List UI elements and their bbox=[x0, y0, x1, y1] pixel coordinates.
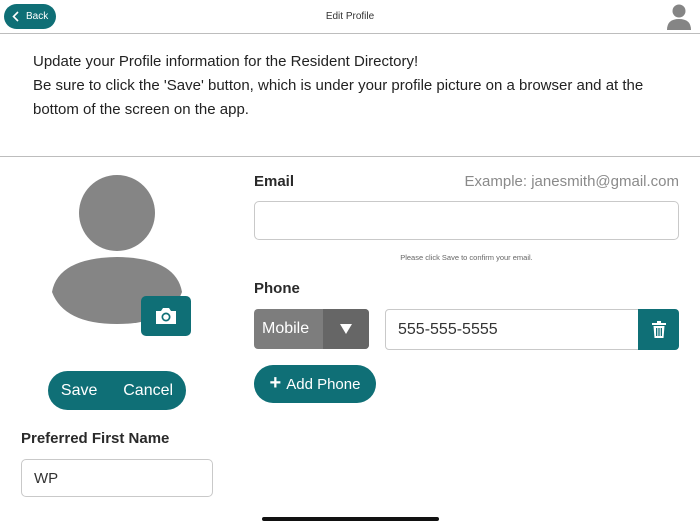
dropdown-arrow-icon bbox=[323, 309, 369, 349]
intro-line-2: Be sure to click the 'Save' button, whic… bbox=[33, 77, 644, 118]
save-button[interactable]: Save bbox=[57, 382, 101, 400]
add-phone-label: Add Phone bbox=[286, 375, 361, 393]
email-hint: Please click Save to confirm your email. bbox=[400, 253, 533, 262]
change-photo-button[interactable] bbox=[141, 296, 191, 336]
trash-icon bbox=[651, 321, 666, 338]
user-avatar-icon[interactable] bbox=[666, 3, 692, 31]
first-name-label: Preferred First Name bbox=[21, 430, 170, 447]
intro-text: Update your Profile information for the … bbox=[33, 50, 673, 122]
phone-type-value: Mobile bbox=[262, 320, 310, 337]
delete-phone-button[interactable] bbox=[638, 309, 679, 350]
add-phone-button[interactable]: + Add Phone bbox=[254, 365, 376, 403]
phone-type-select[interactable]: Mobile bbox=[254, 309, 369, 349]
save-cancel-group: Save Cancel bbox=[48, 371, 186, 410]
home-indicator bbox=[262, 517, 439, 521]
phone-number-input[interactable] bbox=[385, 309, 639, 350]
cancel-button[interactable]: Cancel bbox=[119, 382, 177, 400]
top-bar: Back Edit Profile bbox=[0, 0, 700, 34]
phone-label: Phone bbox=[254, 280, 300, 297]
email-label: Email bbox=[254, 173, 295, 190]
first-name-input[interactable] bbox=[21, 459, 213, 497]
intro-line-1: Update your Profile information for the … bbox=[33, 53, 419, 70]
camera-icon bbox=[156, 308, 176, 324]
divider bbox=[0, 156, 700, 157]
plus-icon: + bbox=[269, 372, 282, 394]
email-input[interactable] bbox=[254, 201, 679, 240]
email-example: Example: janesmith@gmail.com bbox=[464, 173, 679, 190]
page-title: Edit Profile bbox=[325, 11, 375, 22]
